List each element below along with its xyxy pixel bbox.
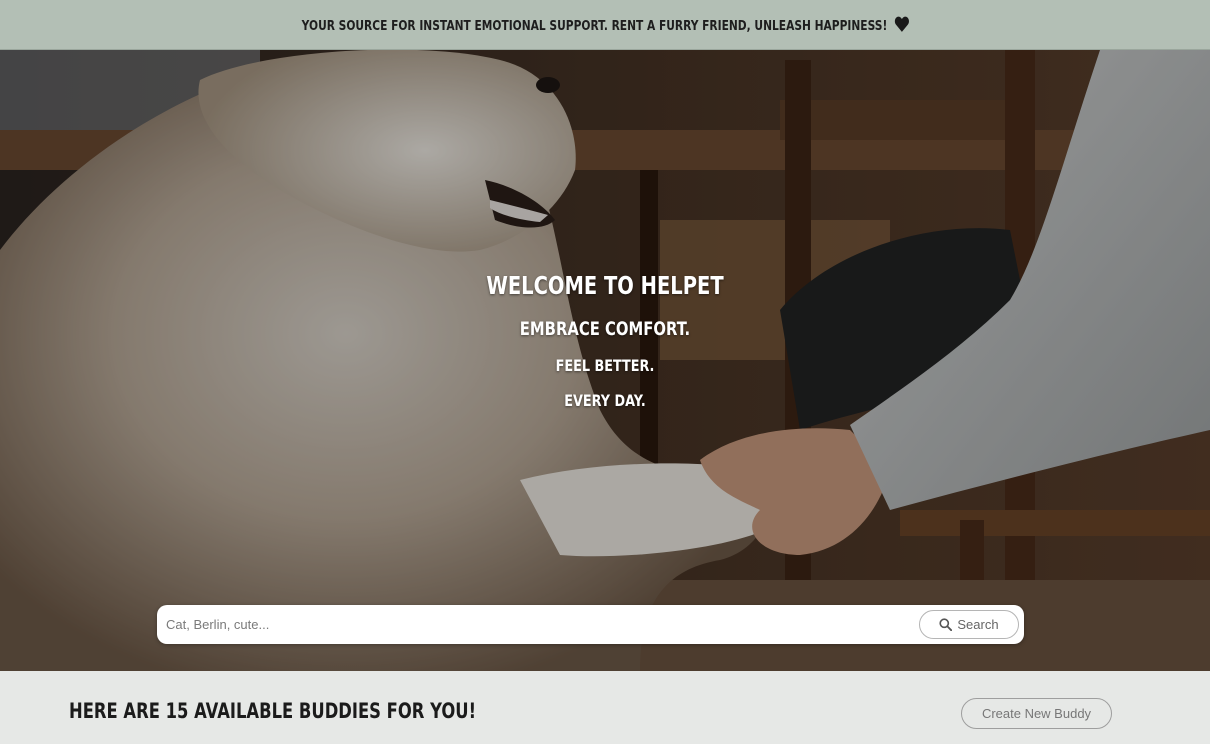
heart-icon — [894, 16, 909, 32]
search-bar: Search — [157, 605, 1024, 644]
announcement-bar: Your source for instant emotional suppor… — [0, 0, 1210, 50]
hero-section: Welcome to HelPet Embrace comfort. Feel … — [0, 50, 1210, 671]
hero-tagline-3: Every day. — [564, 391, 646, 410]
search-button-label: Search — [957, 617, 999, 632]
create-new-buddy-button[interactable]: Create New Buddy — [961, 698, 1112, 729]
buddies-section: Here are 15 available buddies for you! C… — [0, 671, 1210, 744]
announcement-message: Your source for instant emotional suppor… — [301, 18, 887, 34]
buddies-heading: Here are 15 available buddies for you! — [69, 699, 477, 723]
hero-tagline-1: Embrace comfort. — [519, 318, 691, 340]
search-icon — [939, 618, 953, 631]
hero-tagline-2: Feel better. — [555, 356, 655, 375]
announcement-text: Your source for instant emotional suppor… — [301, 16, 909, 34]
hero-title: Welcome to HelPet — [486, 271, 724, 300]
search-button[interactable]: Search — [919, 610, 1019, 639]
search-input[interactable] — [157, 617, 919, 632]
